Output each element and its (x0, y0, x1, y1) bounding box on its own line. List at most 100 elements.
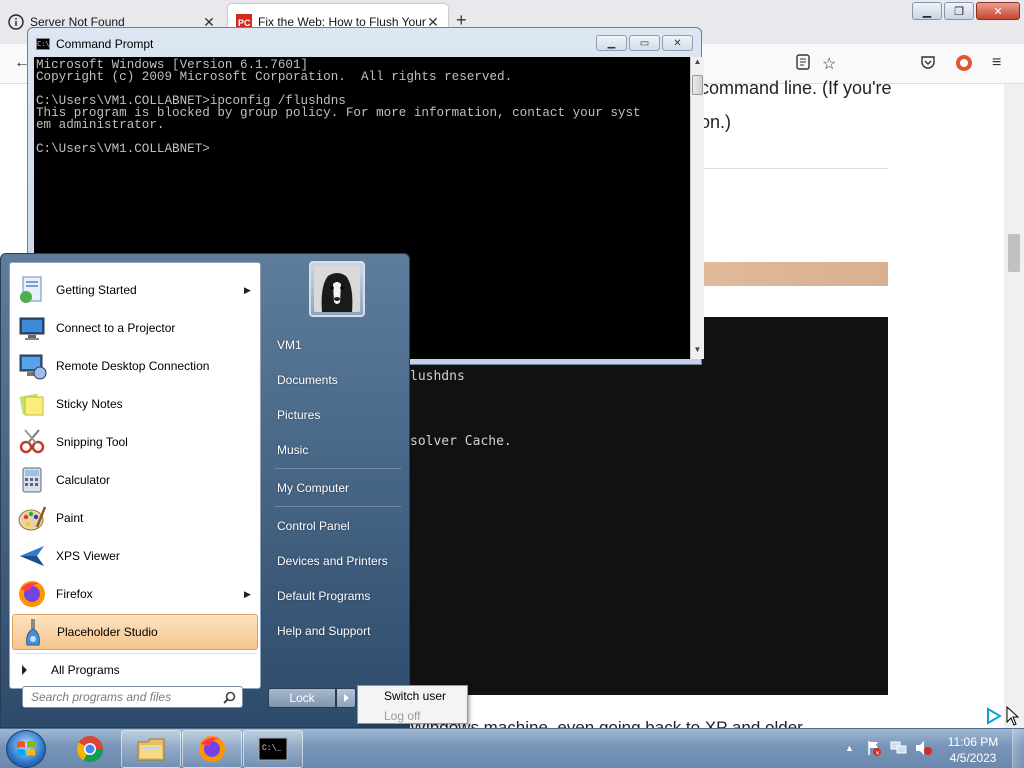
menu-item-music[interactable]: Music (269, 436, 403, 464)
clock-time: 11:06 PM (947, 735, 999, 749)
divider (275, 468, 401, 469)
menu-item-label: Default Programs (277, 589, 371, 603)
taskbar-command-prompt-button[interactable]: C:\_ (243, 730, 303, 768)
calculator-icon (15, 463, 49, 497)
program-label: Paint (56, 511, 84, 525)
reader-view-icon[interactable] (796, 54, 810, 75)
show-hidden-icons-icon[interactable]: ▲ (845, 743, 854, 753)
article-text-line: command line. (If you're (700, 78, 892, 98)
chevron-right-icon (343, 694, 349, 702)
console-line: em administrator. (36, 118, 165, 132)
volume-muted-icon[interactable] (915, 740, 933, 759)
menu-item-pictures[interactable]: Pictures (269, 401, 403, 429)
bookmark-star-icon[interactable]: ☆ (822, 54, 836, 74)
all-programs-button[interactable]: All Programs (20, 661, 254, 679)
program-label: Calculator (56, 473, 111, 487)
mouse-pointer-icon (1006, 705, 1020, 729)
program-xps-viewer[interactable]: XPS Viewer (12, 538, 258, 574)
maximize-button[interactable]: ▭ (629, 35, 660, 51)
info-icon (8, 14, 24, 30)
system-clock[interactable]: 11:06 PM 4/5/2023 (940, 734, 1006, 766)
network-icon[interactable] (890, 740, 908, 759)
menu-item-label: Devices and Printers (277, 554, 388, 568)
action-center-flag-icon[interactable]: ✕ (866, 740, 882, 759)
file-explorer-icon (137, 738, 165, 761)
program-firefox[interactable]: Firefox ▶ (12, 576, 258, 612)
page-scrollbar-thumb[interactable] (1008, 234, 1020, 272)
terminal-text: lushdns (410, 369, 465, 384)
window-title: Command Prompt (56, 37, 154, 51)
menu-item-label: Documents (277, 373, 338, 387)
scissors-icon (15, 425, 49, 459)
divider (700, 168, 888, 169)
menu-item-documents[interactable]: Documents (269, 366, 403, 394)
window-controls: ▁ ▭ ✕ (596, 35, 693, 51)
program-calculator[interactable]: Calculator (12, 462, 258, 498)
browser-window-controls: ▁ ❐ ✕ (912, 2, 1020, 20)
expand-arrow-icon (22, 665, 27, 675)
scroll-down-icon[interactable]: ▼ (691, 345, 704, 359)
taskbar: C:\_ ▲ ✕ 11:06 PM 4/5/2023 (0, 728, 1024, 768)
start-button[interactable] (6, 730, 46, 768)
page-scrollbar[interactable] (1004, 84, 1024, 728)
taskbar-chrome-button[interactable] (60, 730, 120, 768)
program-label: Sticky Notes (56, 397, 123, 411)
close-button[interactable]: ✕ (662, 35, 693, 51)
menu-item-my-computer[interactable]: My Computer (269, 474, 403, 502)
console-prompt: C:\Users\VM1.COLLABNET> (36, 142, 210, 156)
close-button[interactable]: ✕ (976, 2, 1020, 20)
program-snipping-tool[interactable]: Snipping Tool (12, 424, 258, 460)
pocket-icon[interactable] (920, 54, 936, 75)
program-label: Placeholder Studio (57, 625, 158, 639)
taskbar-file-explorer-button[interactable] (121, 730, 181, 768)
window-title-bar[interactable]: C:\ Command Prompt (36, 36, 153, 52)
taskbar-firefox-button[interactable] (182, 730, 242, 768)
firefox-icon (199, 736, 225, 762)
svg-text:✕: ✕ (875, 751, 880, 756)
lock-button[interactable]: Lock (268, 688, 336, 708)
chrome-icon (76, 736, 104, 763)
ad-choices-icon[interactable] (984, 706, 1004, 726)
program-connect-to-projector[interactable]: Connect to a Projector (12, 310, 258, 346)
sticky-notes-icon (15, 387, 49, 421)
duckduckgo-icon[interactable] (955, 54, 973, 77)
program-getting-started[interactable]: Getting Started ▶ (12, 272, 258, 308)
dog-picture-icon (314, 266, 360, 312)
program-label: Remote Desktop Connection (56, 359, 210, 373)
program-paint[interactable]: Paint (12, 500, 258, 536)
submenu-arrow-icon: ▶ (244, 588, 251, 599)
menu-item-devices-and-printers[interactable]: Devices and Printers (269, 547, 403, 575)
scrollbar-thumb[interactable] (692, 75, 703, 95)
windows-logo-icon (17, 741, 35, 756)
power-options-menu: Switch user Log off (357, 685, 468, 724)
menu-item-vm1[interactable]: VM1 (269, 331, 403, 359)
svg-text:C:\_: C:\_ (262, 744, 281, 753)
menu-item-default-programs[interactable]: Default Programs (269, 582, 403, 610)
getting-started-icon (15, 273, 49, 307)
search-programs-input[interactable]: Search programs and files (22, 686, 243, 708)
restore-button[interactable]: ❐ (944, 2, 974, 20)
article-terminal-image: lushdns solver Cache. (410, 317, 888, 695)
menu-item-control-panel[interactable]: Control Panel (269, 512, 403, 540)
switch-user-menu-item[interactable]: Switch user (384, 689, 446, 703)
minimize-button[interactable]: ▁ (596, 35, 627, 51)
menu-item-help-and-support[interactable]: Help and Support (269, 617, 403, 645)
program-remote-desktop[interactable]: Remote Desktop Connection (12, 348, 258, 384)
menu-item-label: My Computer (277, 481, 350, 495)
user-avatar[interactable] (309, 261, 365, 317)
program-placeholder-studio[interactable]: Placeholder Studio (12, 614, 258, 650)
search-placeholder: Search programs and files (31, 690, 172, 704)
hamburger-menu-icon[interactable]: ≡ (992, 54, 1001, 72)
show-desktop-button[interactable] (1012, 729, 1024, 768)
scroll-up-icon[interactable]: ▲ (691, 57, 704, 71)
minimize-button[interactable]: ▁ (912, 2, 942, 20)
search-icon[interactable] (223, 691, 236, 707)
divider (16, 653, 256, 654)
program-sticky-notes[interactable]: Sticky Notes (12, 386, 258, 422)
power-options-arrow-button[interactable] (336, 688, 356, 708)
start-menu-programs-pane: Getting Started ▶ Connect to a Projector… (9, 262, 261, 689)
placeholder-studio-icon (16, 615, 50, 649)
program-label: XPS Viewer (56, 549, 120, 563)
submenu-arrow-icon: ▶ (244, 284, 251, 295)
console-scrollbar[interactable]: ▲ ▼ (690, 57, 704, 359)
